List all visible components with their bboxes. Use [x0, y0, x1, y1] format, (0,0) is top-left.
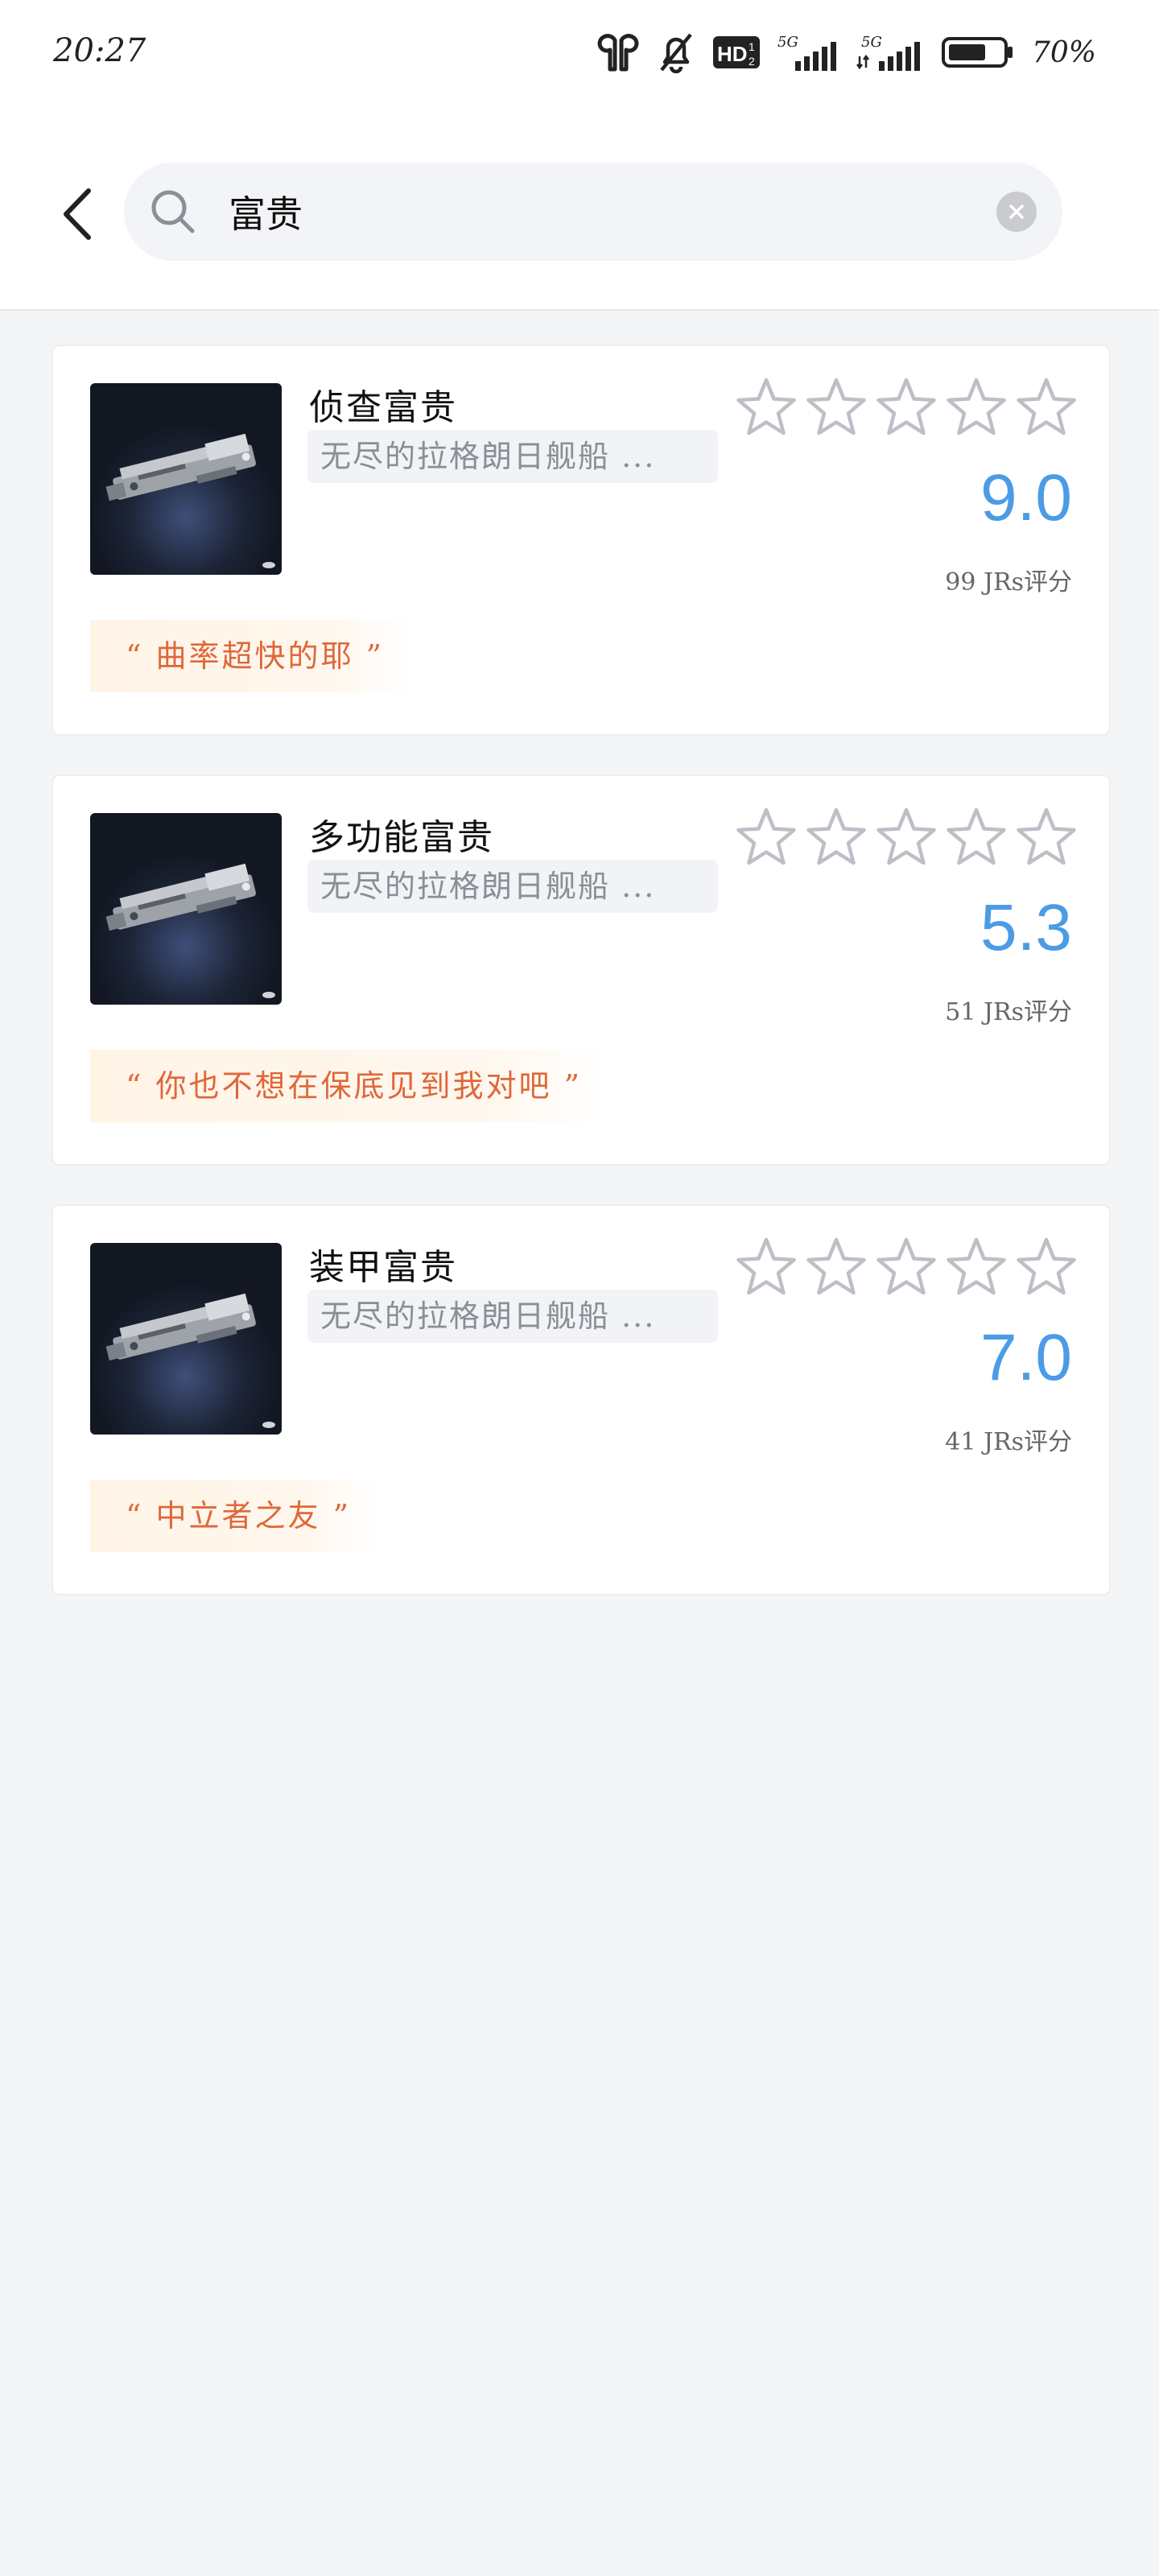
star-icon[interactable] — [806, 377, 867, 441]
score-value: 7.0 — [980, 1321, 1072, 1394]
svg-text:5G: 5G — [777, 34, 798, 51]
star-icon[interactable] — [876, 1236, 937, 1301]
back-button[interactable] — [53, 182, 101, 246]
svg-text:2: 2 — [749, 55, 755, 68]
star-icon[interactable] — [946, 377, 1007, 441]
rating-count: 99 JRs评分 — [945, 568, 1072, 597]
ship-thumbnail — [90, 383, 282, 575]
svg-text:5G: 5G — [861, 34, 882, 51]
ship-title: 侦查富贵 — [309, 387, 457, 428]
ship-thumbnail — [90, 1243, 282, 1435]
star-icon[interactable] — [876, 807, 937, 871]
result-card[interactable]: 多功能富贵 无尽的拉格朗日舰船 ... 5.3 51 JRs评分 “ 你也不想在… — [52, 774, 1111, 1166]
game-tag: 无尽的拉格朗日舰船 ... — [307, 1290, 718, 1343]
results-list: 侦查富贵 无尽的拉格朗日舰船 ... 9.0 99 JRs评分 “ 曲率超快的耶… — [52, 345, 1111, 1634]
rating-count: 51 JRs评分 — [945, 998, 1072, 1026]
star-icon[interactable] — [876, 377, 937, 441]
star-icon[interactable] — [946, 807, 1007, 871]
signal-5g-icon: 5G — [856, 32, 924, 72]
earbuds-icon — [597, 32, 639, 72]
ship-thumbnail — [90, 813, 282, 1005]
battery-percent: 70% — [1031, 35, 1096, 69]
status-time: 20:27 — [53, 32, 146, 69]
ship-title: 装甲富贵 — [309, 1247, 457, 1288]
result-card[interactable]: 侦查富贵 无尽的拉格朗日舰船 ... 9.0 99 JRs评分 “ 曲率超快的耶… — [52, 345, 1111, 736]
signal-5g-icon: 5G — [777, 32, 839, 72]
star-icon[interactable] — [806, 807, 867, 871]
star-icon[interactable] — [736, 1236, 797, 1301]
battery-icon — [941, 36, 1014, 68]
bell-muted-icon — [657, 31, 695, 73]
star-icon[interactable] — [1016, 377, 1077, 441]
clear-icon — [1009, 204, 1024, 219]
status-icons: HD 1 2 5G 5G 70% — [597, 31, 1096, 74]
search-box[interactable] — [124, 163, 1062, 261]
chevron-left-icon — [64, 188, 91, 240]
game-tag: 无尽的拉格朗日舰船 ... — [307, 860, 718, 913]
status-bar: 20:27 HD 1 2 5G 5G 70% — [0, 0, 1159, 105]
score-value: 9.0 — [980, 461, 1072, 535]
star-icon[interactable] — [946, 1236, 1007, 1301]
star-rating[interactable] — [736, 377, 1077, 441]
star-icon[interactable] — [1016, 1236, 1077, 1301]
clear-search-button[interactable] — [996, 192, 1037, 232]
review-quote: “ 中立者之友 ” — [90, 1480, 379, 1552]
star-rating[interactable] — [736, 1236, 1077, 1301]
search-input[interactable] — [229, 184, 953, 240]
score-value: 5.3 — [980, 891, 1072, 964]
star-icon[interactable] — [806, 1236, 867, 1301]
game-tag: 无尽的拉格朗日舰船 ... — [307, 430, 718, 483]
star-rating[interactable] — [736, 807, 1077, 871]
result-card[interactable]: 装甲富贵 无尽的拉格朗日舰船 ... 7.0 41 JRs评分 “ 中立者之友 … — [52, 1204, 1111, 1596]
svg-text:HD: HD — [717, 42, 748, 66]
rating-count: 41 JRs评分 — [945, 1428, 1072, 1456]
ship-title: 多功能富贵 — [309, 817, 494, 858]
review-quote: “ 曲率超快的耶 ” — [90, 620, 412, 692]
search-header — [0, 105, 1159, 311]
review-quote: “ 你也不想在保底见到我对吧 ” — [90, 1050, 610, 1122]
hd-icon: HD 1 2 — [712, 35, 760, 70]
star-icon[interactable] — [736, 377, 797, 441]
search-icon — [151, 190, 195, 233]
star-icon[interactable] — [1016, 807, 1077, 871]
svg-text:1: 1 — [749, 40, 755, 53]
star-icon[interactable] — [736, 807, 797, 871]
